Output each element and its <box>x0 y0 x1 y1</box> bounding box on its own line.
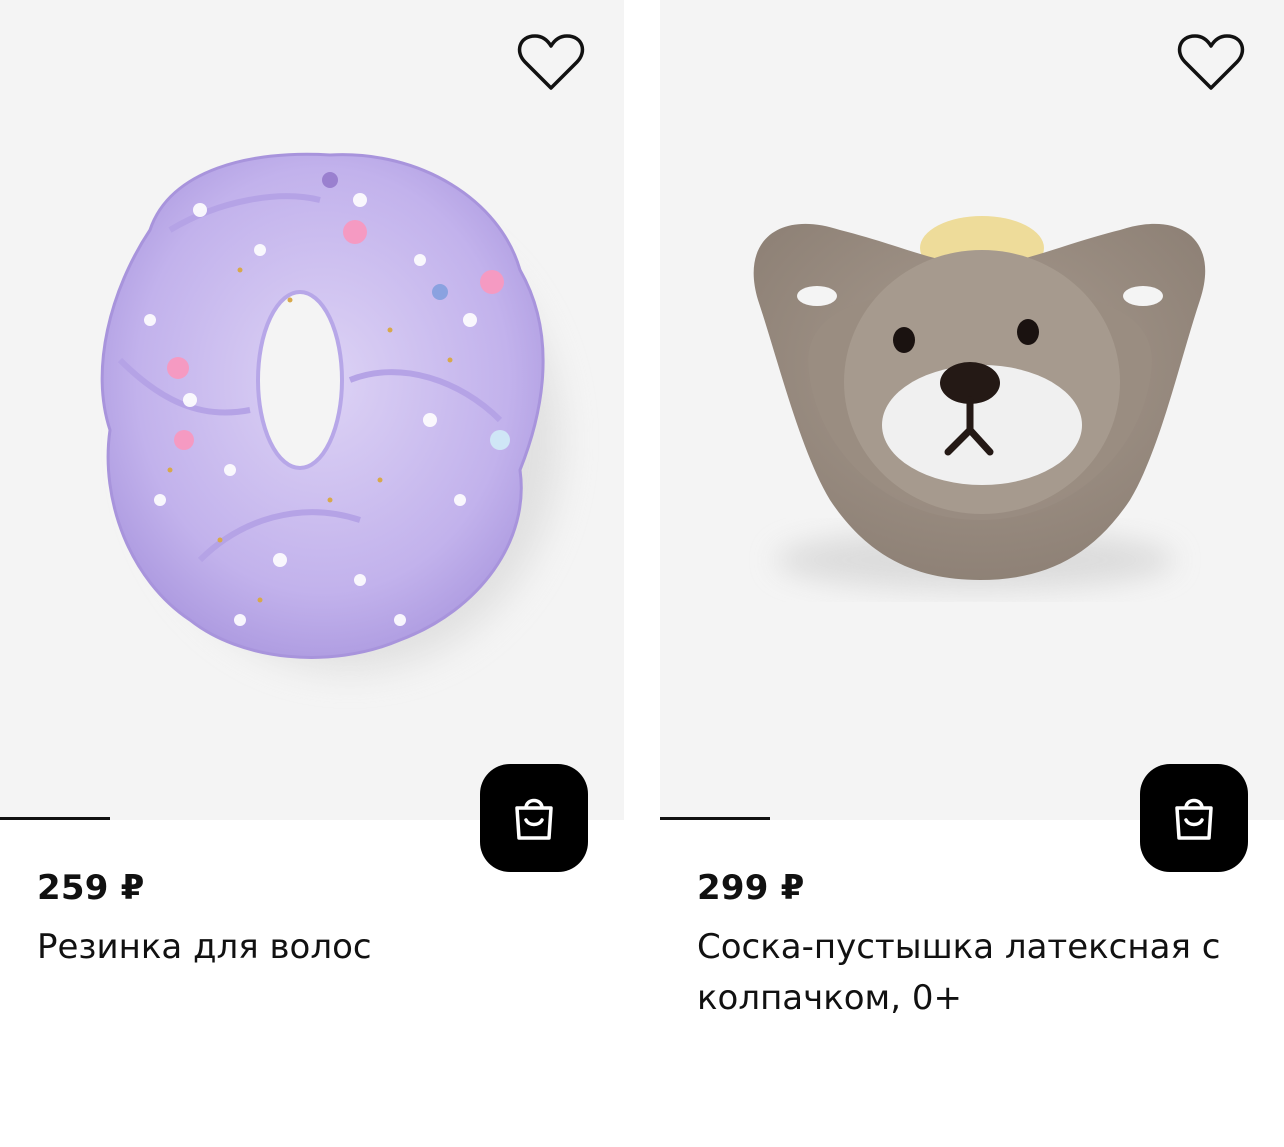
scrunchie-image <box>100 152 560 670</box>
favorite-button[interactable] <box>1174 28 1248 96</box>
heart-icon <box>1177 34 1245 90</box>
product-title[interactable]: Резинка для волос <box>37 922 597 973</box>
image-progress-indicator <box>0 817 110 820</box>
product-image-area[interactable] <box>660 0 1284 820</box>
product-title[interactable]: Соска-пустышка латексная с колпачком, 0+ <box>697 922 1257 1024</box>
product-price: 259 ₽ <box>37 868 145 908</box>
product-card[interactable]: 299 ₽ Соска-пустышка латексная с колпачк… <box>660 0 1284 1147</box>
heart-icon <box>517 34 585 90</box>
product-card[interactable]: 259 ₽ Резинка для волос <box>0 0 624 1147</box>
shopping-bag-icon <box>1175 798 1213 840</box>
shopping-bag-icon <box>515 798 553 840</box>
product-price: 299 ₽ <box>697 868 805 908</box>
favorite-button[interactable] <box>514 28 588 96</box>
add-to-cart-button[interactable] <box>1140 764 1248 872</box>
pacifier-image <box>753 216 1206 590</box>
image-progress-indicator <box>660 817 770 820</box>
product-image-area[interactable] <box>0 0 624 820</box>
add-to-cart-button[interactable] <box>480 764 588 872</box>
